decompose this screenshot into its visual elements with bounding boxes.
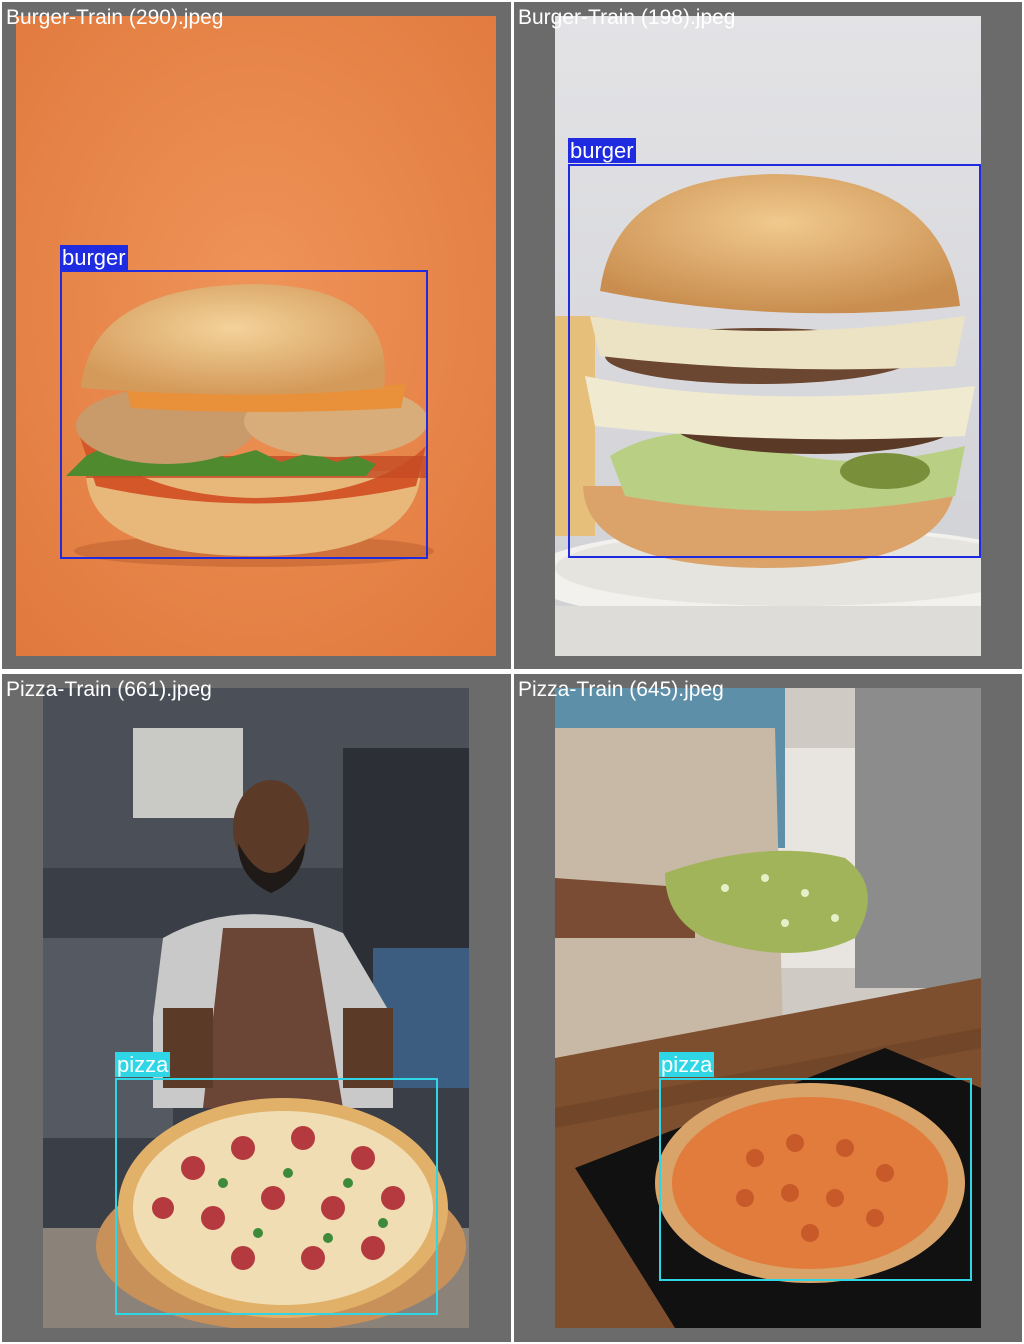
image-tile-burger-198[interactable]: Burger-Train (198).jpeg burger [514,2,1022,669]
bounding-box-label: burger [568,138,636,163]
bounding-box-label: pizza [659,1052,715,1077]
bounding-box-pizza[interactable] [659,1078,972,1281]
bounding-box-label: pizza [115,1052,171,1077]
bounding-box-burger[interactable] [568,164,981,558]
image-tile-burger-290[interactable]: Burger-Train (290).jpeg burger [2,2,511,669]
image-filename: Pizza-Train (645).jpeg [518,678,724,701]
bounding-box-label: burger [60,245,128,270]
image-tile-pizza-661[interactable]: Pizza-Train (661).jpeg pizza [2,674,511,1342]
image-filename: Burger-Train (290).jpeg [6,6,224,29]
image-filename: Burger-Train (198).jpeg [518,6,736,29]
bounding-box-burger[interactable] [60,270,428,559]
image-filename: Pizza-Train (661).jpeg [6,678,212,701]
image-tile-pizza-645[interactable]: Pizza-Train (645).jpeg pizza [514,674,1022,1342]
bounding-box-pizza[interactable] [115,1078,438,1315]
